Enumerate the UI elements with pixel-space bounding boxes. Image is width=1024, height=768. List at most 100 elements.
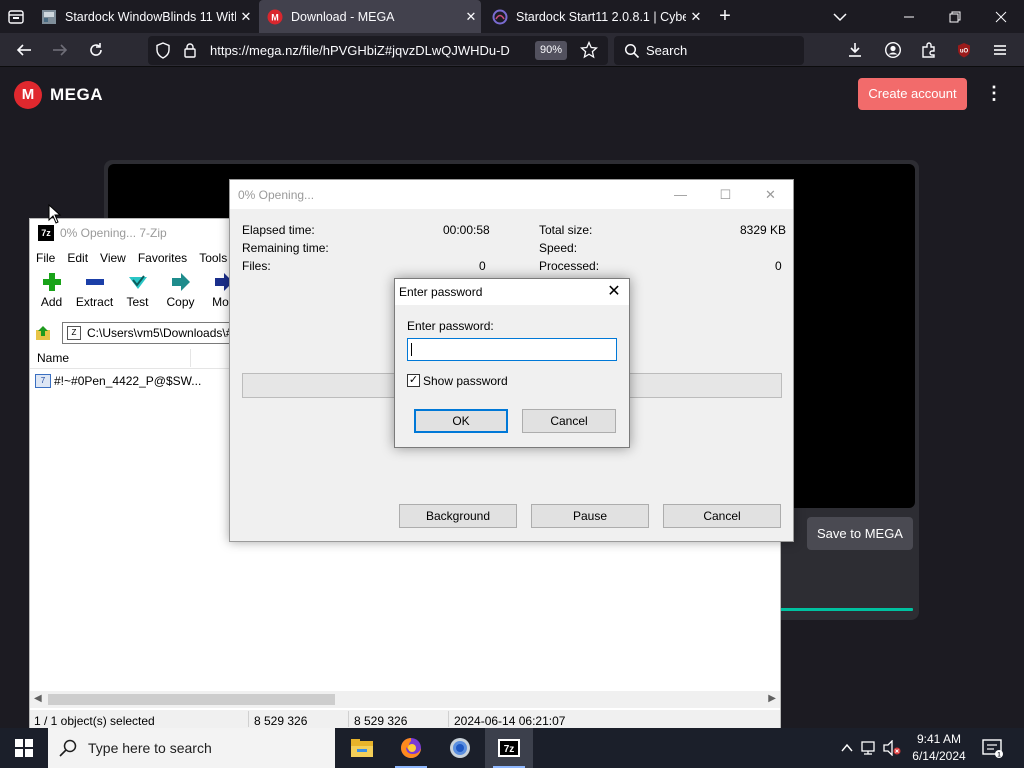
menu-view[interactable]: View <box>94 251 132 265</box>
enter-password-dialog: Enter password ✕ Enter password: ✓ Show … <box>394 278 630 448</box>
opening-dialog-title: 0% Opening... <box>238 188 315 202</box>
scrollbar-thumb[interactable] <box>48 694 335 705</box>
folder-up-icon[interactable] <box>35 325 51 341</box>
file-name: #!~#0Pen_4422_P@$SW... <box>54 374 202 388</box>
scroll-left-icon[interactable]: ◀ <box>34 693 42 704</box>
create-account-button[interactable]: Create account <box>858 78 967 110</box>
taskbar-7zip[interactable]: 7z <box>485 728 533 768</box>
tab-overview-button[interactable] <box>5 6 27 28</box>
downloads-button[interactable] <box>843 38 867 62</box>
app-menu-button[interactable] <box>988 38 1012 62</box>
svg-text:M: M <box>271 12 279 22</box>
file-explorer-icon <box>351 739 373 757</box>
menu-favorites[interactable]: Favorites <box>132 251 193 265</box>
tab-title: Stardock Start11 2.0.8.1 | CyberM <box>516 9 686 24</box>
network-tray-button[interactable] <box>860 728 880 768</box>
reload-button[interactable] <box>84 38 108 62</box>
password-input[interactable] <box>407 338 617 361</box>
cancel-button[interactable]: Cancel <box>663 504 781 528</box>
menu-file[interactable]: File <box>30 251 61 265</box>
column-divider[interactable] <box>190 349 191 367</box>
horizontal-scrollbar[interactable]: ◀ ▶ <box>30 691 780 708</box>
close-tab-icon[interactable]: ✕ <box>461 9 481 25</box>
show-password-checkbox[interactable]: ✓ <box>407 374 420 387</box>
7zip-icon: 7z <box>498 739 520 757</box>
selection-status: 1 / 1 object(s) selected <box>34 714 155 728</box>
maximize-icon[interactable]: ☐ <box>703 180 748 209</box>
minimize-icon <box>904 16 914 17</box>
menu-edit[interactable]: Edit <box>61 251 94 265</box>
taskbar-chrome[interactable] <box>436 728 484 768</box>
restore-icon <box>949 11 961 22</box>
firefox-icon <box>401 738 421 758</box>
file-list-item[interactable]: 7 #!~#0Pen_4422_P@$SW... <box>35 372 201 390</box>
show-password-label[interactable]: Show password <box>423 374 508 388</box>
chrome-icon <box>450 738 470 758</box>
search-icon <box>624 43 640 59</box>
star-icon[interactable] <box>580 41 598 59</box>
menu-tools[interactable]: Tools <box>193 251 233 265</box>
close-icon[interactable]: ✕ <box>748 180 793 209</box>
show-hidden-icons-button[interactable] <box>838 728 856 768</box>
add-button[interactable]: Add <box>30 271 73 315</box>
taskbar-file-explorer[interactable] <box>338 728 386 768</box>
search-placeholder: Search <box>646 43 688 58</box>
mega-icon: M <box>267 9 283 25</box>
extract-button[interactable]: Extract <box>73 271 116 315</box>
address-bar[interactable]: https://mega.nz/file/hPVGHbiZ#jqvzDLwQJW… <box>148 36 608 65</box>
notification-center-button[interactable]: 1 <box>980 736 1004 760</box>
mega-logo[interactable]: M MEGA <box>14 81 103 109</box>
save-to-mega-button[interactable]: Save to MEGA <box>807 517 913 550</box>
restore-button[interactable] <box>932 0 978 33</box>
add-label: Add <box>40 295 63 309</box>
taskbar-clock[interactable]: 9:41 AM 6/14/2024 <box>904 731 974 765</box>
page-thumbnail-icon <box>41 9 57 25</box>
extensions-button[interactable] <box>917 38 941 62</box>
ok-button[interactable]: OK <box>414 409 508 433</box>
ublock-extension-button[interactable]: uO <box>952 38 976 62</box>
test-button[interactable]: Test <box>116 271 159 315</box>
zoom-level-badge[interactable]: 90% <box>535 41 567 60</box>
shield-icon[interactable] <box>155 42 171 59</box>
pause-button[interactable]: Pause <box>531 504 649 528</box>
minimize-button[interactable] <box>886 0 932 33</box>
tab-windowblinds[interactable]: Stardock WindowBlinds 11 With ✕ <box>34 0 256 33</box>
close-tab-icon[interactable]: ✕ <box>236 9 256 25</box>
account-button[interactable] <box>881 38 905 62</box>
search-box[interactable]: Search <box>614 36 804 65</box>
list-all-tabs-button[interactable] <box>830 8 850 26</box>
mega-brand-text: MEGA <box>50 85 103 104</box>
close-tab-icon[interactable]: ✕ <box>686 9 706 25</box>
back-button[interactable] <box>12 38 36 62</box>
new-tab-button[interactable]: + <box>714 5 736 27</box>
opening-dialog-title-bar[interactable]: 0% Opening... — ☐ ✕ <box>230 180 793 209</box>
close-window-button[interactable] <box>978 0 1024 33</box>
archive-path-icon: Z <box>67 326 81 340</box>
cancel-button[interactable]: Cancel <box>522 409 616 433</box>
copy-button[interactable]: Copy <box>159 271 202 315</box>
background-button[interactable]: Background <box>399 504 517 528</box>
tab-start11[interactable]: Stardock Start11 2.0.8.1 | CyberM ✕ <box>484 0 706 33</box>
volume-tray-button[interactable] <box>882 728 902 768</box>
minimize-icon[interactable]: — <box>658 180 703 209</box>
scroll-right-icon[interactable]: ▶ <box>768 693 776 704</box>
archive-file-icon: 7 <box>35 374 51 388</box>
close-icon[interactable]: ✕ <box>601 281 627 303</box>
taskbar-firefox[interactable] <box>387 728 435 768</box>
forward-button[interactable] <box>48 38 72 62</box>
processed-value: 0 <box>775 259 782 273</box>
tab-mega[interactable]: M Download - MEGA ✕ <box>259 0 481 33</box>
start-button[interactable] <box>0 728 48 768</box>
url-text[interactable]: https://mega.nz/file/hPVGHbiZ#jqvzDLwQJW… <box>210 43 530 58</box>
reload-icon <box>90 43 102 56</box>
status-packed-size: 8 529 326 <box>354 714 408 728</box>
browser-tab-bar: Stardock WindowBlinds 11 With ✕ M Downlo… <box>0 0 1024 33</box>
taskbar-search-box[interactable]: Type here to search <box>48 728 335 768</box>
column-header-name[interactable]: Name <box>37 351 69 365</box>
password-dialog-title-bar[interactable]: Enter password <box>395 279 629 305</box>
plus-icon <box>40 271 64 293</box>
navigation-toolbar: https://mega.nz/file/hPVGHbiZ#jqvzDLwQJW… <box>0 33 1024 67</box>
7zip-window-title: 0% Opening... 7-Zip <box>60 226 167 240</box>
more-options-icon[interactable]: ⋮ <box>984 83 1004 105</box>
lock-icon[interactable] <box>183 42 197 59</box>
